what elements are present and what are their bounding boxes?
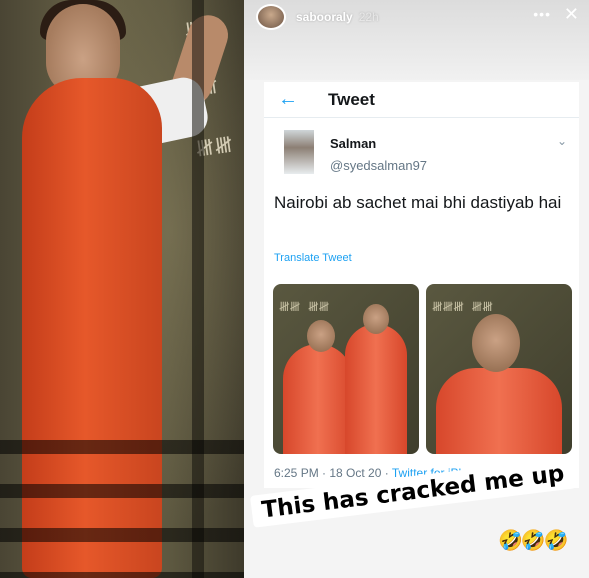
close-icon[interactable]: ✕ (564, 4, 579, 25)
tweet-media-image[interactable]: 𝍸𝍸 𝍸𝍸 (273, 284, 419, 454)
wall-tally-marks: 𝍸𝍸 𝍸𝍸 (279, 300, 330, 315)
story-time: 22h (358, 10, 379, 24)
page-title: Tweet (328, 90, 375, 109)
tweet-date: 18 Oct 20 (329, 466, 382, 480)
background-photo: 𝍸𝍸 𝍸 𝍸𝍸 (0, 0, 244, 578)
person-head (472, 314, 520, 372)
story-username[interactable]: sabooraly 22h (296, 10, 379, 24)
tweet-card: ← Tweet Salman @syedsalman97 ⌄ Nairobi a… (264, 82, 579, 488)
tweet-media-image[interactable]: 𝍸𝍸𝍸 𝍸𝍸 (426, 284, 572, 454)
tweet-time: 6:25 PM (274, 466, 319, 480)
tweet-header: ← Tweet (264, 82, 579, 118)
person-jumpsuit (436, 368, 562, 454)
more-options-icon[interactable]: ••• (533, 6, 551, 22)
tweet-text: Nairobi ab sachet mai bhi dastiyab hai (274, 193, 562, 212)
translate-link[interactable]: Translate Tweet (274, 252, 352, 264)
story-panel: sabooraly 22h ••• ✕ ← Tweet Salman @syeds… (244, 0, 589, 578)
author-avatar[interactable] (284, 130, 314, 174)
author-handle[interactable]: @syedsalman97 (330, 158, 427, 173)
person-jumpsuit (345, 324, 407, 454)
username-text: sabooraly (296, 10, 353, 24)
chevron-down-icon[interactable]: ⌄ (557, 134, 567, 148)
author-name[interactable]: Salman (330, 136, 376, 151)
person-head (363, 304, 389, 334)
laughing-emoji-icon: 🤣🤣🤣 (498, 530, 569, 552)
person-head (307, 320, 335, 352)
story-avatar[interactable] (256, 4, 286, 30)
person-jumpsuit (283, 344, 353, 454)
cell-bars-shadow (0, 440, 244, 578)
back-arrow-icon[interactable]: ← (278, 88, 298, 111)
